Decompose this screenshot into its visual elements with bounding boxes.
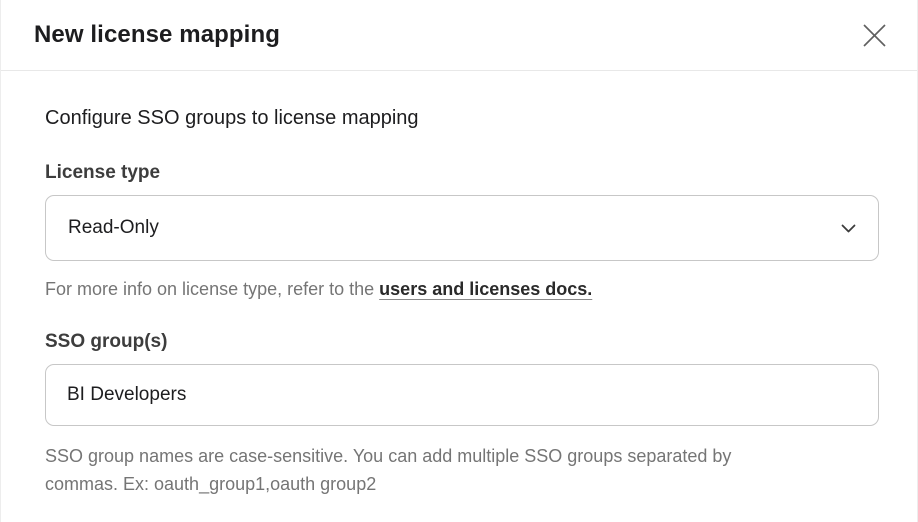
license-type-label: License type: [45, 162, 877, 184]
form-heading: Configure SSO groups to license mapping: [45, 107, 877, 130]
license-type-help-prefix: For more info on license type, refer to …: [45, 279, 379, 299]
close-icon: [862, 23, 887, 48]
new-license-mapping-modal: New license mapping Configure SSO groups…: [0, 0, 918, 522]
license-type-select[interactable]: Read-Only: [45, 195, 879, 261]
sso-groups-help: SSO group names are case-sensitive. You …: [45, 443, 805, 499]
sso-groups-label: SSO group(s): [45, 331, 877, 353]
sso-groups-field: SSO group(s) SSO group names are case-se…: [45, 331, 877, 499]
license-type-selected-value: Read-Only: [68, 217, 159, 239]
modal-body: Configure SSO groups to license mapping …: [1, 71, 917, 499]
modal-header: New license mapping: [1, 0, 917, 71]
license-type-field: License type Read-Only For more info on …: [45, 162, 877, 302]
close-button[interactable]: [858, 19, 890, 51]
chevron-down-icon: [841, 224, 856, 233]
license-type-help: For more info on license type, refer to …: [45, 276, 805, 302]
sso-groups-input[interactable]: [45, 364, 879, 426]
modal-title: New license mapping: [34, 21, 280, 49]
users-and-licenses-docs-link[interactable]: users and licenses docs.: [379, 279, 592, 299]
